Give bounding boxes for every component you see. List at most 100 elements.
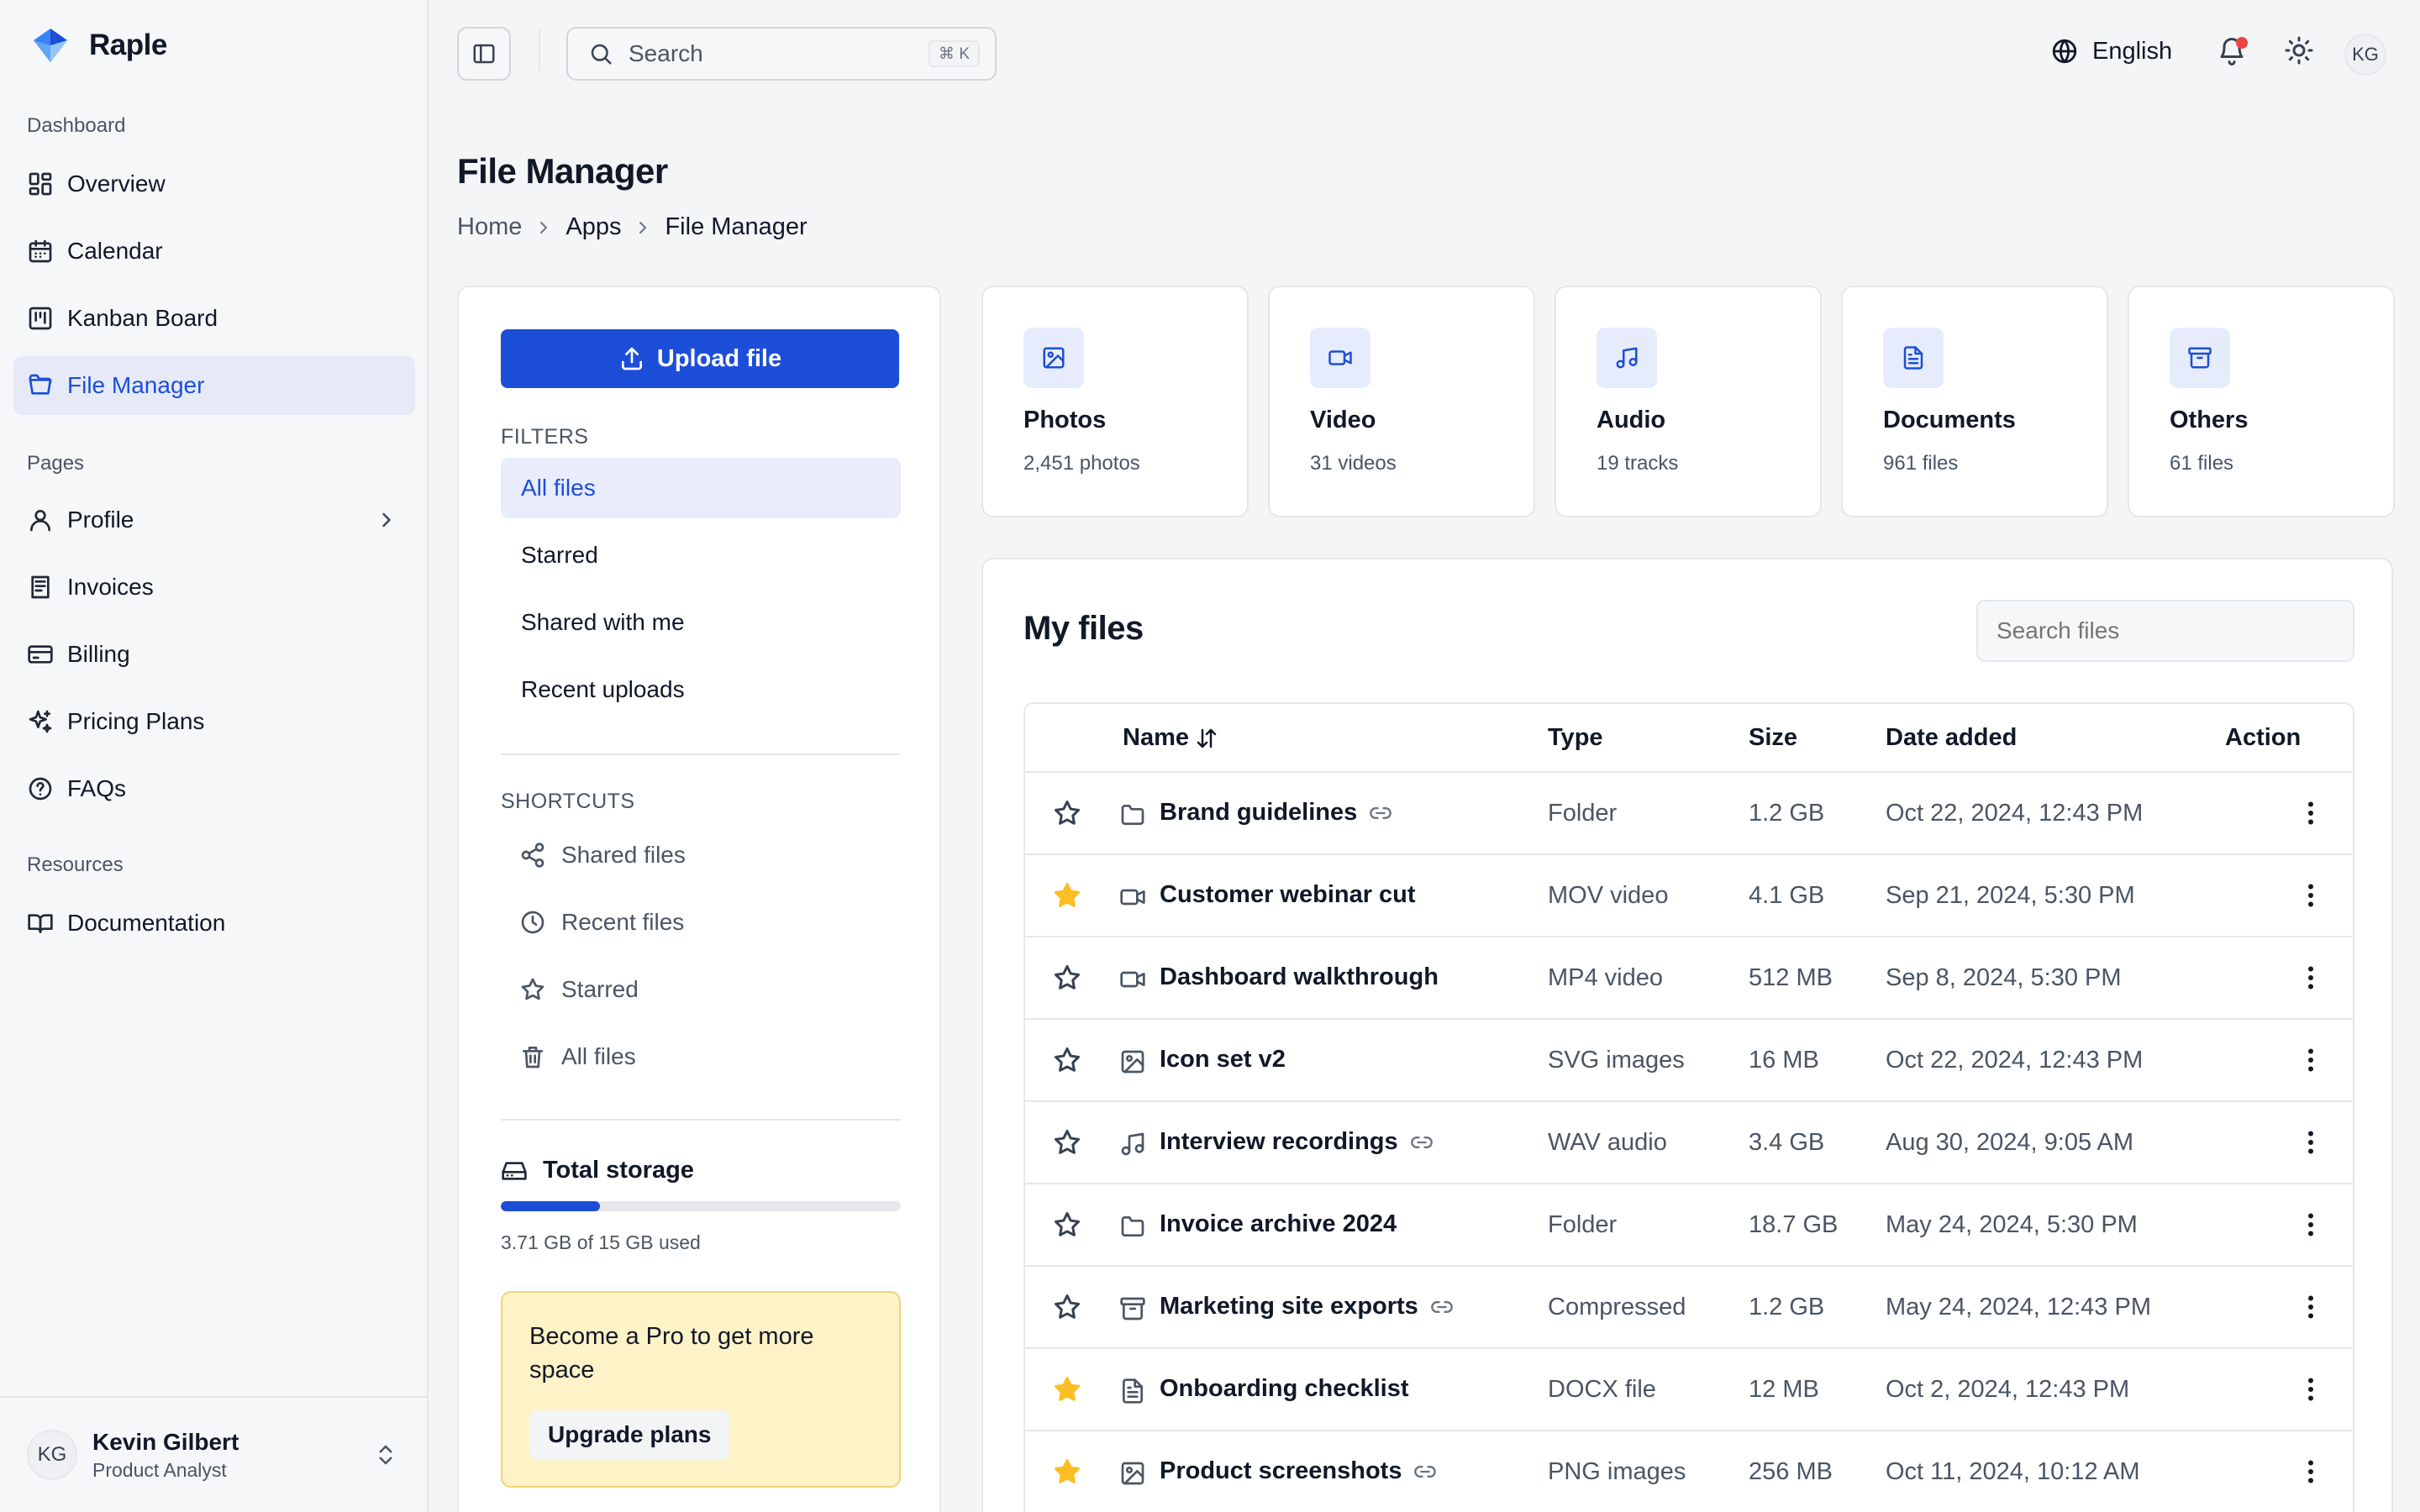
folder-icon — [1121, 1216, 1144, 1236]
brand[interactable]: Raple — [32, 27, 167, 64]
storage-heading: Total storage — [501, 1157, 694, 1184]
sidebar-item-profile[interactable]: Profile — [13, 491, 415, 549]
table-row[interactable]: Onboarding checklist DOCX file 12 MB Oct 2,… — [1025, 1349, 2353, 1431]
sidebar-item-kanban-board[interactable]: Kanban Board — [13, 289, 415, 348]
star-filled-icon[interactable] — [1052, 1374, 1082, 1404]
category-icon-wrap — [1597, 328, 1657, 388]
category-title: Audio — [1597, 407, 1666, 433]
file-type: WAV audio — [1548, 1129, 1667, 1156]
divider — [501, 753, 901, 755]
file-name[interactable]: Customer webinar cut — [1160, 881, 1416, 909]
star-icon[interactable] — [1052, 1292, 1082, 1322]
files-search-input[interactable] — [1976, 600, 2354, 662]
more-vertical-icon[interactable] — [2296, 1457, 2326, 1487]
sidebar-item-label: Profile — [67, 507, 134, 533]
more-vertical-icon[interactable] — [2296, 963, 2326, 993]
user-menu[interactable]: KG Kevin Gilbert Product Analyst — [0, 1396, 427, 1512]
star-icon[interactable] — [1052, 1127, 1082, 1158]
sidebar-item-faqs[interactable]: FAQs — [13, 759, 415, 818]
filter-starred[interactable]: Starred — [501, 525, 901, 585]
table-row[interactable]: Customer webinar cut MOV video 4.1 GB Sep 2… — [1025, 855, 2353, 937]
sun-icon[interactable] — [2284, 35, 2314, 66]
star-icon — [521, 978, 544, 1000]
more-vertical-icon[interactable] — [2296, 1127, 2326, 1158]
chevrons-up-down-icon[interactable] — [373, 1442, 398, 1467]
global-search[interactable]: Search ⌘ K — [566, 27, 997, 81]
file-name[interactable]: Marketing site exports — [1160, 1293, 1454, 1320]
avatar[interactable]: KG — [2344, 34, 2386, 76]
breadcrumb-home[interactable]: Home — [457, 213, 522, 241]
breadcrumb-apps[interactable]: Apps — [566, 213, 621, 241]
category-card-video[interactable]: Video 31 videos — [1268, 286, 1535, 517]
star-icon[interactable] — [1052, 963, 1082, 993]
shortcut-all-files[interactable]: All files — [519, 1032, 636, 1082]
more-vertical-icon[interactable] — [2296, 798, 2326, 828]
file-name[interactable]: Dashboard walkthrough — [1160, 963, 1439, 991]
category-count: 19 tracks — [1597, 452, 1679, 475]
my-files-title: My files — [1023, 610, 1144, 647]
file-name[interactable]: Onboarding checklist — [1160, 1375, 1409, 1403]
file-name[interactable]: Brand guidelines — [1160, 799, 1392, 827]
table-row[interactable]: Invoice archive 2024 Folder 18.7 GB May 24,… — [1025, 1184, 2353, 1267]
shortcuts-heading: SHORTCUTS — [501, 790, 635, 813]
file-size: 4.1 GB — [1749, 882, 1825, 909]
table-row[interactable]: Dashboard walkthrough MP4 video 512 MB Sep … — [1025, 937, 2353, 1020]
more-vertical-icon[interactable] — [2296, 1292, 2326, 1322]
table-row[interactable]: Product screenshots PNG images 256 MB Oct 1… — [1025, 1431, 2353, 1512]
star-filled-icon[interactable] — [1052, 1457, 1082, 1487]
sidebar-item-calendar[interactable]: Calendar — [13, 222, 415, 281]
category-card-others[interactable]: Others 61 files — [2128, 286, 2395, 517]
category-count: 961 files — [1883, 452, 1959, 475]
file-name[interactable]: Icon set v2 — [1160, 1046, 1286, 1074]
column-header-name[interactable]: Name — [1123, 724, 1219, 752]
filter-recent-uploads[interactable]: Recent uploads — [501, 659, 901, 720]
more-vertical-icon[interactable] — [2296, 1210, 2326, 1240]
upgrade-plans-button[interactable]: Upgrade plans — [529, 1410, 730, 1459]
star-icon[interactable] — [1052, 1210, 1082, 1240]
category-card-audio[interactable]: Audio 19 tracks — [1555, 286, 1822, 517]
sidebar-item-overview[interactable]: Overview — [13, 155, 415, 213]
image-icon — [1121, 1462, 1144, 1485]
chevron-right-icon — [639, 221, 647, 234]
folder-icon — [1121, 805, 1144, 825]
file-type: PNG images — [1548, 1458, 1686, 1485]
category-card-documents[interactable]: Documents 961 files — [1841, 286, 2108, 517]
file-date: Aug 30, 2024, 9:05 AM — [1886, 1129, 2134, 1156]
table-row[interactable]: Brand guidelines Folder 1.2 GB Oct 22, 2024… — [1025, 773, 2353, 855]
sidebar-item-label: File Manager — [67, 372, 205, 398]
sidebar-item-billing[interactable]: Billing — [13, 625, 415, 684]
more-vertical-icon[interactable] — [2296, 1374, 2326, 1404]
filter-shared-with-me[interactable]: Shared with me — [501, 592, 901, 653]
star-icon[interactable] — [1052, 1045, 1082, 1075]
file-date: May 24, 2024, 5:30 PM — [1886, 1211, 2138, 1238]
sidebar-item-documentation[interactable]: Documentation — [13, 894, 415, 953]
file-name-text: Marketing site exports — [1160, 1293, 1418, 1320]
table-row[interactable]: Marketing site exports Compressed 1.2 GB Ma… — [1025, 1267, 2353, 1349]
category-count: 2,451 photos — [1023, 452, 1140, 475]
calendar-icon — [29, 239, 52, 263]
sidebar-item-pricing-plans[interactable]: Pricing Plans — [13, 692, 415, 751]
file-type: SVG images — [1548, 1047, 1685, 1074]
category-card-photos[interactable]: Photos 2,451 photos — [981, 286, 1249, 517]
storage-used-text: 3.71 GB of 15 GB used — [501, 1231, 701, 1253]
file-name[interactable]: Invoice archive 2024 — [1160, 1210, 1397, 1238]
shortcut-recent-files[interactable]: Recent files — [519, 897, 684, 948]
file-name[interactable]: Interview recordings — [1160, 1128, 1434, 1156]
shortcut-starred[interactable]: Starred — [519, 964, 639, 1015]
more-vertical-icon[interactable] — [2296, 1045, 2326, 1075]
file-name[interactable]: Product screenshots — [1160, 1457, 1437, 1485]
shortcut-shared-files[interactable]: Shared files — [519, 830, 686, 880]
sidebar-item-invoices[interactable]: Invoices — [13, 558, 415, 617]
star-filled-icon[interactable] — [1052, 880, 1082, 911]
language-selector[interactable]: English — [2050, 37, 2172, 66]
star-icon[interactable] — [1052, 798, 1082, 828]
sidebar-toggle-button[interactable] — [457, 27, 511, 81]
filter-all-files[interactable]: All files — [501, 458, 901, 518]
upload-file-button[interactable]: Upload file — [501, 329, 899, 388]
sidebar-item-label: Billing — [67, 641, 130, 667]
table-row[interactable]: Icon set v2 SVG images 16 MB Oct 22, 2024, … — [1025, 1020, 2353, 1102]
notification-badge — [2236, 37, 2248, 49]
sidebar-item-file-manager[interactable]: File Manager — [13, 356, 415, 415]
table-row[interactable]: Interview recordings WAV audio 3.4 GB Aug 3… — [1025, 1102, 2353, 1184]
more-vertical-icon[interactable] — [2296, 880, 2326, 911]
